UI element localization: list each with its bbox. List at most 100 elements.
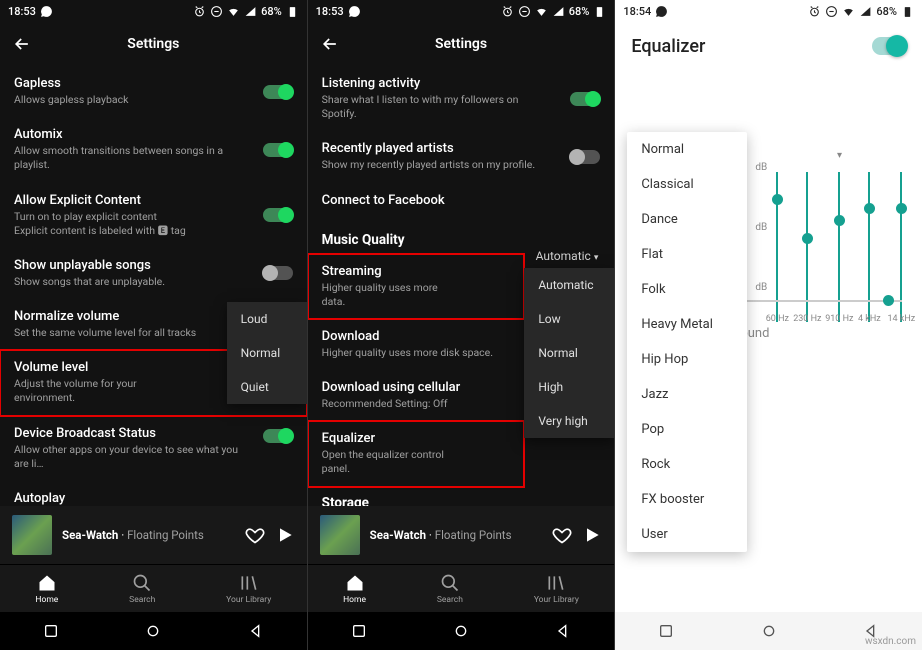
bottom-nav: Home Search Your Library (0, 564, 307, 612)
settings-list[interactable]: GaplessAllows gapless playback AutomixAl… (0, 66, 307, 506)
status-time: 18:54 (623, 5, 651, 18)
explicit-toggle[interactable] (263, 208, 293, 222)
page-title: Equalizer (631, 36, 705, 57)
whatsapp-icon (655, 5, 668, 18)
nav-search[interactable]: Search (129, 573, 155, 605)
setting-explicit[interactable]: Allow Explicit ContentTurn on to play ex… (0, 183, 307, 248)
equalizer-content: ▾ dB dB dB 60 Hz 230 Hz 910 Hz 4 kHz 14 … (615, 70, 922, 612)
equalizer-header: Equalizer (615, 22, 922, 70)
wifi-icon (842, 5, 855, 18)
album-art[interactable] (12, 515, 52, 555)
android-back[interactable] (554, 622, 572, 640)
battery-pct: 68% (261, 5, 282, 18)
preset-flat[interactable]: Flat (627, 237, 747, 272)
player-track: Sea-Watch · Floating Points (62, 528, 235, 542)
quality-option-low[interactable]: Low (524, 302, 614, 336)
quality-option-high[interactable]: High (524, 370, 614, 404)
setting-equalizer[interactable]: EqualizerOpen the equalizer control pane… (308, 421, 525, 486)
preset-jazz[interactable]: Jazz (627, 377, 747, 412)
heart-icon[interactable] (552, 525, 572, 545)
preset-classical[interactable]: Classical (627, 167, 747, 202)
nav-home[interactable]: Home (343, 573, 366, 605)
player-track: Sea-Watch · Floating Points (370, 528, 543, 542)
preset-user[interactable]: User (627, 517, 747, 552)
volume-option-normal[interactable]: Normal (227, 336, 307, 370)
mini-player[interactable]: Sea-Watch · Floating Points (308, 506, 615, 564)
mini-player[interactable]: Sea-Watch · Floating Points (0, 506, 307, 564)
setting-gapless[interactable]: GaplessAllows gapless playback (0, 66, 307, 117)
storage-header: Storage (308, 487, 615, 506)
gapless-toggle[interactable] (263, 85, 293, 99)
streaming-value: Automatic ▾ (536, 249, 599, 263)
battery-icon (286, 5, 299, 18)
android-recent[interactable] (350, 622, 368, 640)
back-icon[interactable] (12, 34, 32, 54)
broadcast-toggle[interactable] (263, 429, 293, 443)
page-title: Settings (127, 36, 179, 52)
unplayable-toggle[interactable] (263, 266, 293, 280)
preset-hiphop[interactable]: Hip Hop (627, 342, 747, 377)
android-back[interactable] (247, 622, 265, 640)
preset-heavymetal[interactable]: Heavy Metal (627, 307, 747, 342)
setting-recent[interactable]: Recently played artistsShow my recently … (308, 131, 615, 182)
android-recent[interactable] (42, 622, 60, 640)
alarm-icon (501, 5, 514, 18)
android-home[interactable] (760, 622, 778, 640)
preset-pop[interactable]: Pop (627, 412, 747, 447)
battery-pct: 68% (876, 5, 897, 18)
eq-sliders: dB dB dB 60 Hz 230 Hz 910 Hz 4 kHz 14 kH… (755, 142, 910, 342)
preset-folk[interactable]: Folk (627, 272, 747, 307)
heart-icon[interactable] (245, 525, 265, 545)
setting-autoplay[interactable]: AutoplayKeep on listening to similar tra… (0, 481, 307, 506)
preset-dropdown[interactable]: Normal Classical Dance Flat Folk Heavy M… (627, 132, 747, 552)
quality-option-normal[interactable]: Normal (524, 336, 614, 370)
setting-listening[interactable]: Listening activityShare what I listen to… (308, 66, 615, 131)
automix-toggle[interactable] (263, 143, 293, 157)
settings-list[interactable]: Listening activityShare what I listen to… (308, 66, 615, 506)
settings-header: Settings (308, 22, 615, 66)
preset-dance[interactable]: Dance (627, 202, 747, 237)
setting-facebook[interactable]: Connect to Facebook (308, 183, 615, 218)
volume-dropdown[interactable]: Loud Normal Quiet (227, 302, 307, 404)
dnd-icon (518, 5, 531, 18)
dnd-icon (210, 5, 223, 18)
nav-library[interactable]: Your Library (534, 573, 579, 605)
recent-toggle[interactable] (570, 150, 600, 164)
screenshot-panel-1: 18:53 68% Settings GaplessAllows gapless… (0, 0, 307, 650)
quality-dropdown[interactable]: Automatic Low Normal High Very high (524, 268, 614, 438)
preset-normal[interactable]: Normal (627, 132, 747, 167)
alarm-icon (808, 5, 821, 18)
equalizer-toggle[interactable] (872, 37, 906, 55)
setting-unplayable[interactable]: Show unplayable songsShow songs that are… (0, 248, 307, 299)
quality-option-automatic[interactable]: Automatic (524, 268, 614, 302)
preset-fxbooster[interactable]: FX booster (627, 482, 747, 517)
status-bar: 18:54 68% (615, 0, 922, 22)
play-icon[interactable] (582, 525, 602, 545)
nav-search[interactable]: Search (437, 573, 463, 605)
play-icon[interactable] (275, 525, 295, 545)
listening-toggle[interactable] (570, 92, 600, 106)
android-home[interactable] (144, 622, 162, 640)
alarm-icon (193, 5, 206, 18)
preset-rock[interactable]: Rock (627, 447, 747, 482)
back-icon[interactable] (320, 34, 340, 54)
settings-header: Settings (0, 22, 307, 66)
android-nav (0, 612, 307, 650)
status-time: 18:53 (8, 5, 36, 18)
android-home[interactable] (452, 622, 470, 640)
nav-home[interactable]: Home (35, 573, 58, 605)
android-recent[interactable] (657, 622, 675, 640)
setting-broadcast[interactable]: Device Broadcast StatusAllow other apps … (0, 416, 307, 481)
battery-pct: 68% (569, 5, 590, 18)
setting-automix[interactable]: AutomixAllow smooth transitions between … (0, 117, 307, 182)
volume-option-loud[interactable]: Loud (227, 302, 307, 336)
quality-option-veryhigh[interactable]: Very high (524, 404, 614, 438)
setting-streaming[interactable]: StreamingHigher quality uses more data. (308, 254, 525, 319)
status-bar: 18:53 68% (0, 0, 307, 22)
album-art[interactable] (320, 515, 360, 555)
volume-option-quiet[interactable]: Quiet (227, 370, 307, 404)
signal-icon (244, 5, 257, 18)
nav-library[interactable]: Your Library (226, 573, 271, 605)
dnd-icon (825, 5, 838, 18)
signal-icon (552, 5, 565, 18)
